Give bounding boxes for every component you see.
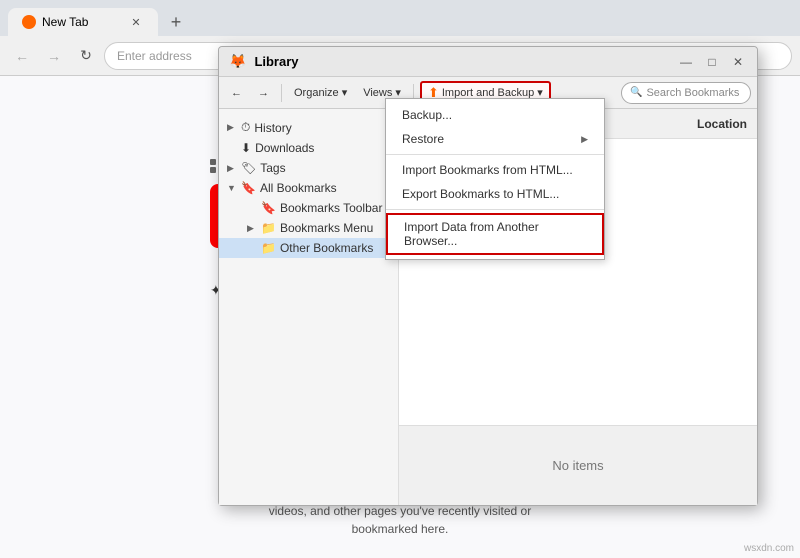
search-bookmarks-input[interactable]: 🔍 Search Bookmarks [621, 82, 751, 104]
other-bookmarks-icon: 📁 [261, 241, 276, 255]
bookmarks-menu-label: Bookmarks Menu [280, 221, 373, 235]
organize-button[interactable]: Organize ▾ [288, 81, 353, 105]
dialog-bottom-panel: No items [399, 425, 757, 505]
dialog-minimize-button[interactable]: — [677, 53, 695, 71]
tab-favicon [22, 15, 36, 29]
tab-bar: New Tab ✕ + [0, 0, 800, 36]
tree-arrow-bookmarks-menu: ▶ [247, 223, 257, 234]
other-bookmarks-label: Other Bookmarks [280, 241, 373, 255]
tree-arrow-all-bookmarks: ▼ [227, 183, 237, 193]
tree-item-other-bookmarks[interactable]: 📁 Other Bookmarks [219, 238, 398, 258]
backup-label: Backup... [402, 108, 452, 122]
tree-arrow-history: ▶ [227, 122, 237, 133]
no-items-text: No items [552, 458, 603, 473]
restore-label: Restore [402, 132, 444, 146]
history-icon: ⏱ [241, 120, 250, 135]
dialog-overlay: 🦊 Library — □ ✕ ← → [0, 36, 800, 558]
new-tab-button[interactable]: + [162, 8, 190, 36]
library-dialog-title: Library [254, 54, 669, 69]
tree-item-bookmarks-menu[interactable]: ▶ 📁 Bookmarks Menu [219, 218, 398, 238]
downloads-icon: ⬇ [241, 141, 251, 155]
restore-arrow-icon: ▶ [581, 134, 588, 145]
menu-separator-2 [386, 209, 604, 210]
active-tab[interactable]: New Tab ✕ [8, 8, 158, 36]
tab-label: New Tab [42, 15, 88, 29]
tree-item-history[interactable]: ▶ ⏱ History [219, 117, 398, 138]
downloads-label: Downloads [255, 141, 314, 155]
all-bookmarks-label: All Bookmarks [260, 181, 337, 195]
menu-separator-1 [386, 154, 604, 155]
bookmarks-toolbar-icon: 🔖 [261, 201, 276, 215]
bookmarks-toolbar-label: Bookmarks Toolbar [280, 201, 383, 215]
toolbar-separator-1 [281, 84, 282, 102]
library-dialog-favicon: 🦊 [229, 53, 246, 70]
tree-arrow-tags: ▶ [227, 163, 237, 174]
tree-item-downloads[interactable]: ⬇ Downloads [219, 138, 398, 158]
dialog-forward-button[interactable]: → [252, 81, 275, 105]
search-bookmarks-placeholder: Search Bookmarks [646, 87, 739, 99]
tree-item-all-bookmarks[interactable]: ▼ 🔖 All Bookmarks [219, 178, 398, 198]
dialog-close-button[interactable]: ✕ [729, 53, 747, 71]
import-backup-dropdown: Backup... Restore ▶ Import Bookmarks fro… [385, 98, 605, 260]
menu-item-import-another-browser[interactable]: Import Data from Another Browser... [386, 213, 604, 255]
bookmarks-menu-icon: 📁 [261, 221, 276, 235]
tab-close-button[interactable]: ✕ [128, 14, 144, 30]
tree-item-bookmarks-toolbar[interactable]: 🔖 Bookmarks Toolbar [219, 198, 398, 218]
tags-icon: 🏷 [241, 161, 256, 175]
dialog-back-button[interactable]: ← [225, 81, 248, 105]
menu-item-export-html[interactable]: Export Bookmarks to HTML... [386, 182, 604, 206]
col-location: Location [697, 117, 747, 131]
browser-window: New Tab ✕ + ← → ↻ Enter address G Search… [0, 0, 800, 558]
dialog-maximize-button[interactable]: □ [703, 53, 721, 71]
menu-item-import-html[interactable]: Import Bookmarks from HTML... [386, 158, 604, 182]
tree-item-tags[interactable]: ▶ 🏷 Tags [219, 158, 398, 178]
all-bookmarks-icon: 🔖 [241, 181, 256, 195]
menu-item-restore[interactable]: Restore ▶ [386, 127, 604, 151]
export-html-label: Export Bookmarks to HTML... [402, 187, 559, 201]
import-html-label: Import Bookmarks from HTML... [402, 163, 573, 177]
dialog-titlebar: 🦊 Library — □ ✕ [219, 47, 757, 77]
dialog-sidebar: ▶ ⏱ History ⬇ Downloads ▶ 🏷 Tags [219, 109, 399, 505]
search-bookmarks-icon: 🔍 [630, 87, 642, 98]
import-another-browser-label: Import Data from Another Browser... [404, 220, 586, 248]
tags-label: Tags [260, 161, 285, 175]
menu-item-backup[interactable]: Backup... [386, 103, 604, 127]
history-label: History [254, 121, 291, 135]
